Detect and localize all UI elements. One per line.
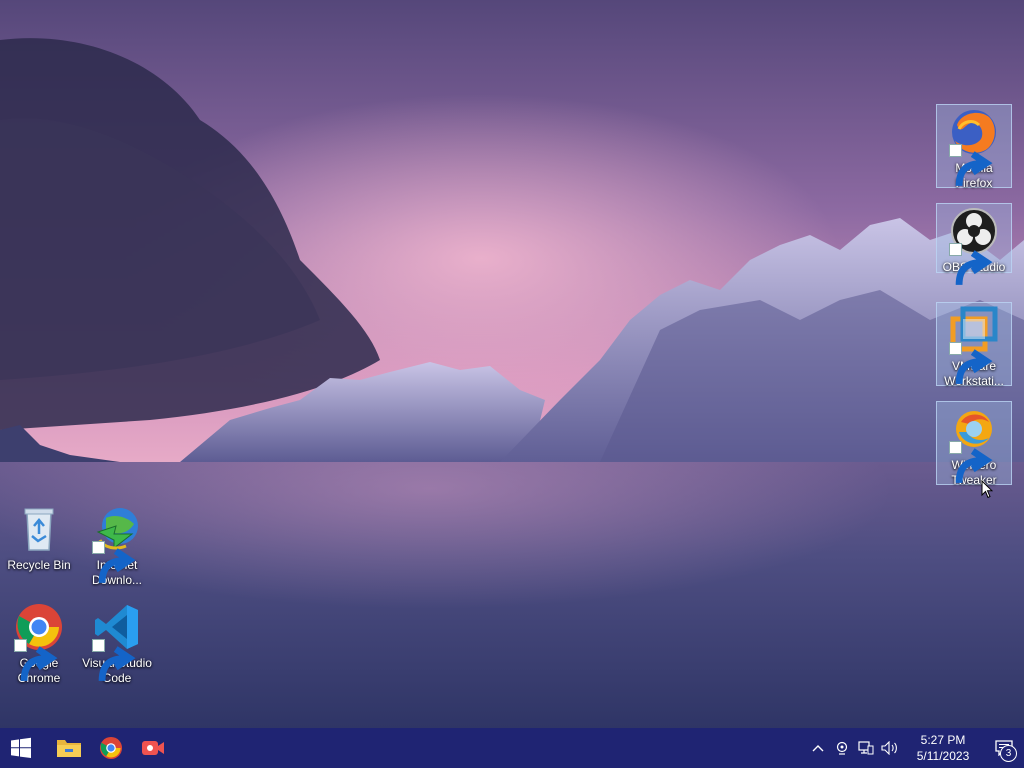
winaero-icon: [949, 404, 999, 484]
desktop-icon-recycle-bin[interactable]: Recycle Bin: [1, 502, 77, 573]
system-tray: 5:27 PM 5/11/2023 3: [806, 728, 1024, 768]
chevron-up-icon: [812, 745, 824, 752]
shortcut-arrow-icon: [92, 639, 136, 682]
meet-now-icon: [836, 741, 848, 755]
idm-icon: [92, 504, 142, 584]
vscode-icon: [92, 602, 142, 682]
mouse-cursor-icon: [981, 479, 994, 504]
chrome-icon: [99, 736, 123, 760]
desktop-icon-internet-download-manager[interactable]: Internet Downlo...: [79, 502, 155, 588]
taskbar: 5:27 PM 5/11/2023 3: [0, 728, 1024, 768]
start-icon: [11, 737, 31, 758]
desktop-icon-obs-studio[interactable]: OBS Studio: [936, 203, 1012, 286]
chrome-taskbar-button[interactable]: [90, 728, 132, 768]
recycle-bin-icon: [14, 504, 64, 554]
obs-icon: [949, 206, 999, 286]
action-center-button[interactable]: 3: [984, 728, 1024, 768]
shortcut-arrow-icon: [14, 639, 58, 682]
shortcut-arrow-icon: [949, 144, 993, 187]
file-explorer-button[interactable]: [48, 728, 90, 768]
desktop-icon-winaero-tweaker[interactable]: Winaero Tweaker: [936, 401, 1012, 487]
shortcut-arrow-icon: [92, 541, 136, 584]
chrome-icon: [14, 602, 64, 682]
shortcut-arrow-icon: [949, 243, 993, 286]
firefox-icon: [949, 107, 999, 187]
volume-icon: [881, 741, 897, 755]
desktop-icon-label: Recycle Bin: [7, 558, 71, 572]
screen-recorder-icon: [142, 741, 164, 755]
show-hidden-icons-button[interactable]: [806, 728, 830, 768]
taskbar-clock[interactable]: 5:27 PM 5/11/2023: [902, 732, 984, 764]
shortcut-arrow-icon: [949, 441, 993, 484]
meet-now-button[interactable]: [830, 728, 854, 768]
vmware-icon: [949, 305, 999, 385]
desktop-icon-google-chrome[interactable]: Google Chrome: [1, 600, 77, 686]
notification-count-badge: 3: [1000, 745, 1017, 762]
desktop-icon-vmware-workstation[interactable]: VMware Workstati...: [936, 302, 1012, 388]
shortcut-arrow-icon: [949, 342, 993, 385]
volume-button[interactable]: [878, 728, 902, 768]
start-button[interactable]: [0, 728, 42, 768]
file-explorer-icon: [57, 740, 81, 757]
clock-date: 5/11/2023: [916, 749, 970, 763]
screen-recorder-button[interactable]: [132, 728, 174, 768]
network-icon: [858, 741, 874, 755]
network-button[interactable]: [854, 728, 878, 768]
desktop-icon-mozilla-firefox[interactable]: Mozilla Firefox: [936, 104, 1012, 190]
clock-time: 5:27 PM: [920, 733, 966, 747]
desktop-icon-visual-studio-code[interactable]: Visual Studio Code: [79, 600, 155, 686]
